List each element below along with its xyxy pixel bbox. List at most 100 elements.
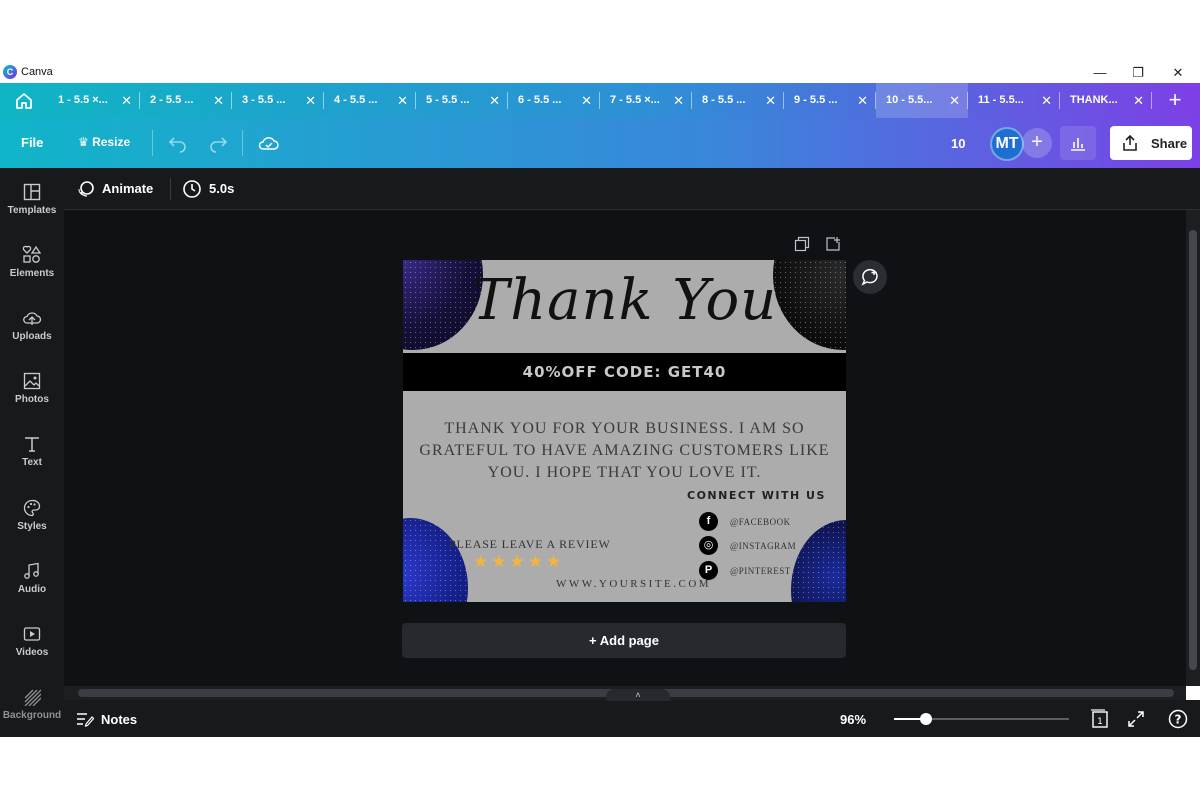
tab-close-icon[interactable]: ✕ xyxy=(121,93,132,109)
add-collaborator-button[interactable]: + xyxy=(1022,128,1052,158)
social-facebook[interactable]: f @FACEBOOK xyxy=(699,512,819,532)
duration-button[interactable]: 5.0s xyxy=(209,181,234,196)
bar-chart-icon xyxy=(1071,138,1085,151)
resize-button[interactable]: ♛ Resize xyxy=(78,135,130,149)
tab-6[interactable]: 6 - 5.5 ... ✕ xyxy=(508,83,600,118)
sidebar-item-uploads[interactable]: Uploads xyxy=(0,304,64,362)
facebook-icon: f xyxy=(699,512,718,531)
tab-label: 7 - 5.5 ×... xyxy=(610,94,660,106)
tab-8[interactable]: 8 - 5.5 ... ✕ xyxy=(692,83,784,118)
page-view-icon: 1 xyxy=(1091,709,1108,728)
tab-10[interactable]: 10 - 5.5... ✕ xyxy=(876,83,968,118)
design-page[interactable]: Thank You 40%OFF CODE: GET40 THANK YOU F… xyxy=(403,260,846,602)
review-request[interactable]: PLEASE LEAVE A REVIEW xyxy=(449,537,611,552)
sidebar-item-label: Uploads xyxy=(12,331,52,342)
insights-button[interactable] xyxy=(1060,126,1096,160)
bottom-bar: ˄ Notes 96% 1 ? xyxy=(64,689,1200,737)
duplicate-page-icon[interactable] xyxy=(794,236,810,252)
tab-close-icon[interactable]: ✕ xyxy=(765,93,776,109)
social-handle: @FACEBOOK xyxy=(730,517,791,527)
tab-close-icon[interactable]: ✕ xyxy=(305,93,316,109)
design-title[interactable]: Thank You xyxy=(403,268,846,333)
new-tab-button[interactable]: + xyxy=(1160,86,1190,116)
tab-1[interactable]: 1 - 5.5 ×... ✕ xyxy=(48,83,140,118)
file-menu-button[interactable]: File xyxy=(21,135,43,150)
minimize-button[interactable]: — xyxy=(1082,62,1118,83)
redo-button[interactable] xyxy=(206,131,230,155)
social-handle: @INSTAGRAM xyxy=(730,541,797,551)
help-button[interactable]: ? xyxy=(1168,709,1188,729)
tab-9[interactable]: 9 - 5.5 ... ✕ xyxy=(784,83,876,118)
toolbar-divider xyxy=(242,130,243,156)
tab-close-icon[interactable]: ✕ xyxy=(581,93,592,109)
vertical-scrollbar[interactable] xyxy=(1186,210,1200,686)
avatar[interactable]: MT xyxy=(990,127,1024,161)
tab-label: 8 - 5.5 ... xyxy=(702,94,746,106)
sidebar-item-label: Elements xyxy=(9,268,55,279)
discount-band[interactable]: 40%OFF CODE: GET40 xyxy=(403,353,846,391)
fullscreen-button[interactable] xyxy=(1126,709,1146,729)
sidebar-item-background[interactable]: Background xyxy=(0,683,64,741)
sidebar-item-text[interactable]: Text xyxy=(0,430,64,488)
share-button[interactable]: Share xyxy=(1110,126,1192,160)
collapse-pages-button[interactable]: ˄ xyxy=(606,689,670,701)
window-title: Canva xyxy=(21,66,53,78)
notes-icon[interactable] xyxy=(76,711,94,727)
tab-7[interactable]: 7 - 5.5 ×... ✕ xyxy=(600,83,692,118)
tab-5[interactable]: 5 - 5.5 ... ✕ xyxy=(416,83,508,118)
sidebar-item-templates[interactable]: Templates xyxy=(0,178,64,236)
home-button[interactable] xyxy=(6,88,42,114)
zoom-slider-thumb[interactable] xyxy=(919,713,932,725)
social-handle: @PINTEREST xyxy=(730,566,791,576)
clock-icon[interactable] xyxy=(182,179,202,199)
sidebar-item-audio[interactable]: Audio xyxy=(0,557,64,615)
scroll-thumb[interactable] xyxy=(1189,230,1197,670)
thank-you-message[interactable]: THANK YOU FOR YOUR BUSINESS. I AM SO GRA… xyxy=(417,418,832,484)
tab-close-icon[interactable]: ✕ xyxy=(213,93,224,109)
social-pinterest[interactable]: P @PINTEREST xyxy=(699,561,819,581)
tab-close-icon[interactable]: ✕ xyxy=(1041,93,1052,109)
templates-icon xyxy=(22,182,42,202)
tab-close-icon[interactable]: ✕ xyxy=(673,93,684,109)
cloud-check-icon xyxy=(258,137,279,150)
share-icon xyxy=(1123,134,1137,151)
sidebar-item-videos[interactable]: Videos xyxy=(0,620,64,678)
tab-2[interactable]: 2 - 5.5 ... ✕ xyxy=(140,83,232,118)
add-page-button[interactable]: + Add page xyxy=(402,623,846,658)
editor-context-bar: Animate 5.0s xyxy=(64,168,1200,210)
sidebar-item-label: Photos xyxy=(15,394,49,405)
page-count: 10 xyxy=(951,136,966,151)
tab-close-icon[interactable]: ✕ xyxy=(857,93,868,109)
maximize-button[interactable]: ❐ xyxy=(1120,62,1156,83)
tab-close-icon[interactable]: ✕ xyxy=(397,93,408,109)
tab-3[interactable]: 3 - 5.5 ... ✕ xyxy=(232,83,324,118)
sidebar-item-styles[interactable]: Styles xyxy=(0,494,64,552)
sidebar-item-elements[interactable]: Elements xyxy=(0,241,64,299)
undo-button[interactable] xyxy=(166,131,190,155)
styles-icon xyxy=(22,498,42,518)
page-view-button[interactable]: 1 xyxy=(1090,709,1110,729)
animate-button[interactable]: Animate xyxy=(102,181,153,196)
tab-11[interactable]: 11 - 5.5... ✕ xyxy=(968,83,1060,118)
social-instagram[interactable]: ◎ @INSTAGRAM xyxy=(699,536,819,556)
sidebar-item-photos[interactable]: Photos xyxy=(0,367,64,425)
close-window-button[interactable]: ✕ xyxy=(1160,62,1196,83)
website-url[interactable]: WWW.YOURSITE.COM xyxy=(556,578,711,590)
star-rating[interactable]: ★★★★★ xyxy=(473,552,564,572)
tab-close-icon[interactable]: ✕ xyxy=(1133,93,1144,109)
tab-close-icon[interactable]: ✕ xyxy=(949,93,960,109)
tab-close-icon[interactable]: ✕ xyxy=(489,93,500,109)
zoom-level[interactable]: 96% xyxy=(840,712,866,727)
tab-4[interactable]: 4 - 5.5 ... ✕ xyxy=(324,83,416,118)
tab-12[interactable]: THANK... ✕ xyxy=(1060,83,1152,118)
connect-heading[interactable]: CONNECT WITH US xyxy=(687,489,826,502)
animate-icon[interactable] xyxy=(76,179,96,199)
add-comment-button[interactable] xyxy=(853,260,887,294)
sidebar-item-label: Videos xyxy=(15,647,49,658)
cloud-saved-button[interactable] xyxy=(257,131,281,155)
audio-icon xyxy=(22,561,42,581)
context-bar-divider xyxy=(170,178,171,200)
toolbar-divider xyxy=(152,130,153,156)
add-page-icon[interactable] xyxy=(825,236,841,252)
notes-button[interactable]: Notes xyxy=(101,712,137,727)
